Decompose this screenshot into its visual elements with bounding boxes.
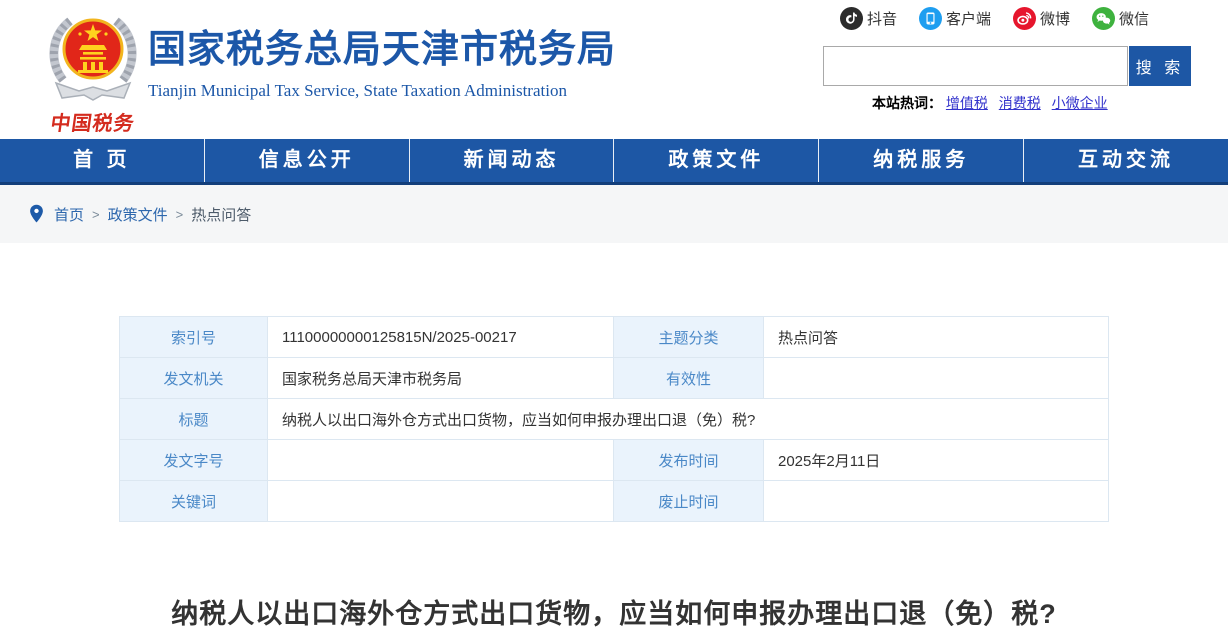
- breadcrumb-separator: >: [175, 206, 184, 222]
- index-number-value: 11100000000125815N/2025-00217: [267, 316, 614, 358]
- social-links: 抖音 客户端 微博 微信: [840, 7, 1171, 30]
- keywords-label: 关键词: [119, 480, 268, 522]
- social-weibo-label: 微博: [1040, 11, 1071, 28]
- table-row: 标题 纳税人以出口海外仓方式出口货物，应当如何申报办理出口退（免）税?: [119, 398, 1109, 440]
- nav-item-info-disclosure[interactable]: 信息公开: [203, 139, 409, 182]
- repeal-date-label: 废止时间: [613, 480, 764, 522]
- keywords-value: [267, 480, 614, 522]
- hotword-link-small-business[interactable]: 小微企业: [1052, 95, 1108, 111]
- site-title: 国家税务总局天津市税务局: [148, 29, 617, 71]
- issuing-agency-value: 国家税务总局天津市税务局: [267, 357, 614, 399]
- breadcrumb: 首页 > 政策文件 > 热点问答: [0, 185, 1228, 243]
- table-row: 发文字号 发布时间 2025年2月11日: [119, 439, 1109, 481]
- nav-item-interaction[interactable]: 互动交流: [1023, 139, 1228, 182]
- article-title: 纳税人以出口海外仓方式出口货物，应当如何申报办理出口退（免）税?: [171, 599, 1057, 629]
- nav-item-home[interactable]: 首 页: [0, 139, 204, 182]
- breadcrumb-policy-documents[interactable]: 政策文件: [108, 204, 168, 225]
- topic-category-value: 热点问答: [763, 316, 1109, 358]
- repeal-date-value: [763, 480, 1109, 522]
- logo-caption: 中国税务: [49, 113, 137, 135]
- nav-item-news[interactable]: 新闻动态: [408, 139, 614, 182]
- doc-title-label: 标题: [119, 398, 268, 440]
- social-wechat[interactable]: 微信: [1092, 7, 1149, 30]
- doc-number-label: 发文字号: [119, 439, 268, 481]
- breadcrumb-separator: >: [92, 206, 100, 222]
- location-pin-icon: [30, 204, 43, 223]
- validity-label: 有效性: [613, 357, 764, 399]
- tax-emblem-icon: [49, 17, 137, 101]
- social-client-label: 客户端: [946, 11, 992, 28]
- client-app-icon: [919, 7, 943, 30]
- site-logo[interactable]: 中国税务: [40, 4, 146, 136]
- main-nav: 首 页 信息公开 新闻动态 政策文件 纳税服务 互动交流: [0, 139, 1228, 185]
- search-input[interactable]: [823, 46, 1128, 86]
- publish-date-label: 发布时间: [613, 439, 764, 481]
- social-weibo[interactable]: 微博: [1013, 7, 1070, 30]
- topic-category-label: 主题分类: [613, 316, 764, 358]
- index-number-label: 索引号: [119, 316, 268, 358]
- hotwords-label: 本站热词：: [872, 95, 942, 111]
- wechat-icon: [1092, 7, 1116, 30]
- table-row: 发文机关 国家税务总局天津市税务局 有效性: [119, 357, 1109, 399]
- social-douyin-label: 抖音: [867, 11, 898, 28]
- site-subtitle-en: Tianjin Municipal Tax Service, State Tax…: [148, 80, 567, 100]
- hotwords-row: 本站热词： 增值税 消费税 小微企业: [872, 93, 1115, 113]
- issuing-agency-label: 发文机关: [119, 357, 268, 399]
- page: 中国税务 国家税务总局天津市税务局 Tianjin Municipal Tax …: [0, 0, 1228, 634]
- search-bar: 搜 索: [823, 46, 1191, 86]
- social-client-app[interactable]: 客户端: [919, 7, 991, 30]
- nav-item-policy-documents[interactable]: 政策文件: [613, 139, 818, 182]
- weibo-icon: [1013, 7, 1037, 30]
- table-row: 关键词 废止时间: [119, 480, 1109, 522]
- document-meta-table: 索引号 11100000000125815N/2025-00217 主题分类 热…: [119, 316, 1109, 522]
- table-row: 索引号 11100000000125815N/2025-00217 主题分类 热…: [119, 316, 1109, 358]
- site-header: 中国税务 国家税务总局天津市税务局 Tianjin Municipal Tax …: [0, 0, 1228, 139]
- nav-item-tax-services[interactable]: 纳税服务: [818, 139, 1023, 182]
- social-douyin[interactable]: 抖音: [840, 7, 897, 30]
- douyin-icon: [840, 7, 863, 30]
- breadcrumb-current-page: 热点问答: [191, 206, 252, 224]
- search-button[interactable]: 搜 索: [1129, 46, 1191, 86]
- validity-value: [763, 357, 1109, 399]
- brand-block: 国家税务总局天津市税务局 Tianjin Municipal Tax Servi…: [148, 29, 617, 101]
- doc-number-value: [267, 439, 614, 481]
- hotword-link-consumption-tax[interactable]: 消费税: [999, 95, 1041, 111]
- breadcrumb-home[interactable]: 首页: [54, 204, 84, 225]
- social-wechat-label: 微信: [1119, 11, 1150, 28]
- hotword-link-vat[interactable]: 增值税: [946, 95, 988, 111]
- doc-title-value: 纳税人以出口海外仓方式出口货物，应当如何申报办理出口退（免）税?: [267, 398, 1109, 440]
- publish-date-value: 2025年2月11日: [763, 439, 1109, 481]
